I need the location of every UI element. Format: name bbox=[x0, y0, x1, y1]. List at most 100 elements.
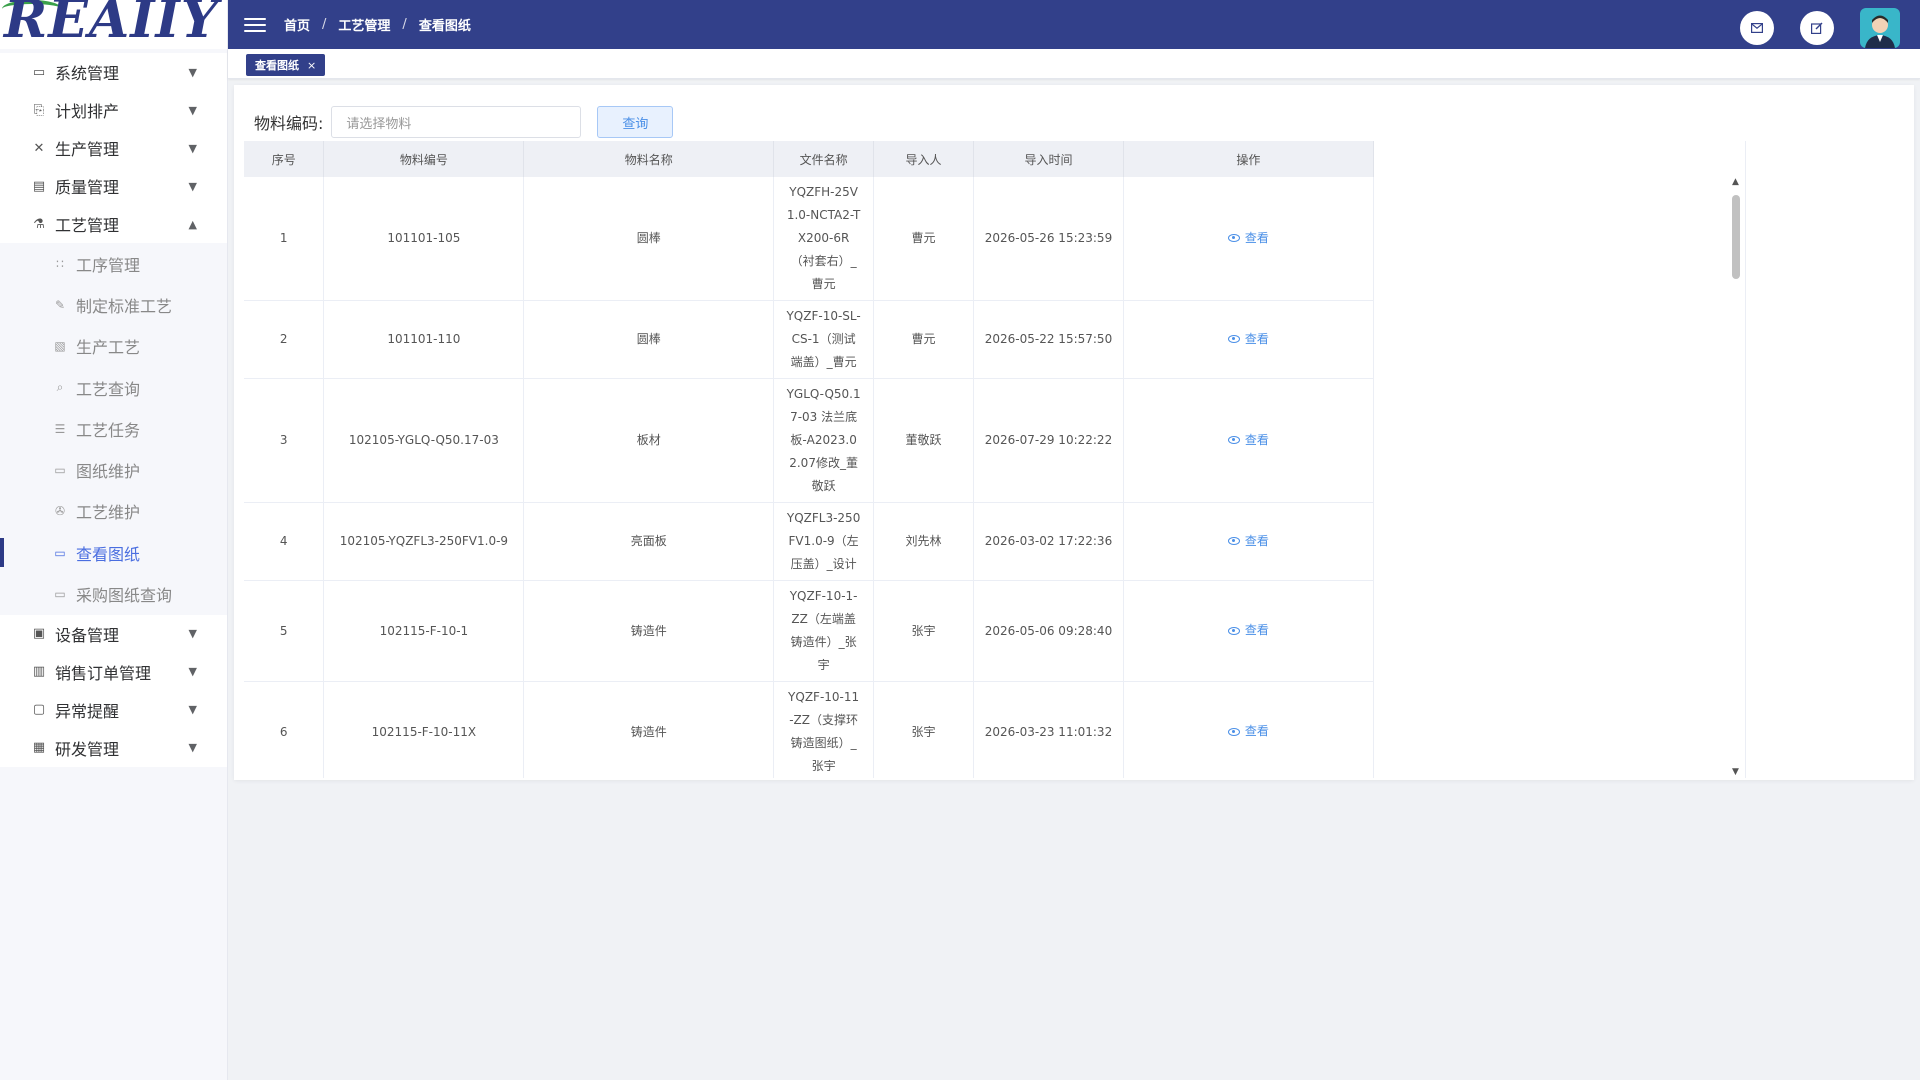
sidebar-item-label: 异常提醒 bbox=[55, 701, 120, 721]
view-link[interactable]: 查看 bbox=[1227, 429, 1269, 452]
chevron-down-icon: ▼ bbox=[188, 65, 197, 79]
cell-importer: 张宇 bbox=[873, 681, 975, 778]
user-avatar[interactable] bbox=[1860, 8, 1900, 48]
table-scrollbar[interactable]: ▲ ▼ bbox=[1724, 177, 1746, 777]
table-header-filler bbox=[1373, 141, 1745, 177]
view-link[interactable]: 查看 bbox=[1227, 720, 1269, 743]
monitor-icon: ▭ bbox=[32, 64, 46, 80]
sidebar-item[interactable]: ▭ 系统管理 ▼ bbox=[0, 53, 227, 91]
edit-icon[interactable] bbox=[1800, 11, 1834, 45]
sidebar-subitem-label: 图纸维护 bbox=[76, 462, 141, 482]
sidebar-subitem[interactable]: ✇ 工艺维护 bbox=[0, 491, 227, 532]
cell-action: 查看 bbox=[1123, 300, 1374, 379]
chevron-down-icon: ▼ bbox=[188, 703, 197, 717]
chevron-down-icon: ▼ bbox=[188, 665, 197, 679]
breadcrumb: 首页 / 工艺管理 / 查看图纸 bbox=[284, 15, 471, 34]
view-link[interactable]: 查看 bbox=[1227, 227, 1269, 250]
close-icon[interactable]: × bbox=[307, 59, 316, 72]
cell-no: 3 bbox=[244, 378, 325, 503]
mail-icon[interactable] bbox=[1740, 11, 1774, 45]
sidebar-item[interactable]: ▤ 质量管理 ▼ bbox=[0, 167, 227, 205]
cell-action: 查看 bbox=[1123, 177, 1374, 301]
breadcrumb-separator: / bbox=[322, 17, 327, 32]
tab-view-drawings[interactable]: 查看图纸 × bbox=[246, 54, 326, 76]
scroll-thumb[interactable] bbox=[1732, 195, 1740, 279]
tags-bar: 查看图纸 × bbox=[228, 49, 1920, 79]
sidebar-subitem[interactable]: ∷ 工序管理 bbox=[0, 243, 227, 284]
hamburger-icon[interactable] bbox=[244, 14, 266, 36]
rd-icon: ▦ bbox=[32, 740, 46, 756]
table-row: 1 101101-105 圆棒 YQZFH-25V1.0-NCTA2-TX200-6R… bbox=[244, 177, 1745, 301]
sidebar-item-label: 计划排产 bbox=[55, 102, 120, 121]
cell-time: 2026-07-29 10:22:22 bbox=[973, 378, 1124, 503]
sidebar-subitem[interactable]: ▭ 查看图纸 bbox=[0, 532, 227, 573]
sidebar-subitem[interactable]: ⌕ 工艺查询 bbox=[0, 367, 227, 408]
sidebar-item[interactable]: ▥ 销售订单管理 ▼ bbox=[0, 653, 227, 691]
view-link[interactable]: 查看 bbox=[1227, 328, 1269, 351]
cell-code: 102115-F-10-1 bbox=[323, 580, 525, 682]
col-header-action: 操作 bbox=[1123, 141, 1374, 177]
view-label: 查看 bbox=[1244, 533, 1269, 548]
sidebar-item-label: 生产管理 bbox=[55, 140, 120, 159]
cell-name: 圆棒 bbox=[523, 177, 775, 301]
sidebar-item-label: 销售订单管理 bbox=[55, 663, 152, 683]
sidebar-subitem[interactable]: ☰ 工艺任务 bbox=[0, 408, 227, 449]
cell-filler bbox=[1373, 503, 1745, 581]
scroll-up-icon[interactable]: ▲ bbox=[1732, 177, 1739, 187]
sidebar-item-label: 系统管理 bbox=[55, 64, 120, 83]
table-row: 5 102115-F-10-1 铸造件 YQZF-10-1-ZZ（左端盖铸造件）_张宇… bbox=[244, 580, 1745, 682]
drawings-table: 序号 物料编号 物料名称 文件名称 导入人 导入时间 操作 1 101101-10… bbox=[244, 141, 1745, 778]
query-button[interactable]: 查询 bbox=[597, 106, 674, 138]
sidebar-subitem[interactable]: ✎ 制定标准工艺 bbox=[0, 284, 227, 325]
cell-importer: 曹元 bbox=[873, 300, 975, 379]
sidebar-item[interactable]: ▣ 设备管理 ▼ bbox=[0, 615, 227, 653]
sidebar-item[interactable]: ⚗ 工艺管理 ▲ bbox=[0, 205, 227, 243]
breadcrumb-home[interactable]: 首页 bbox=[284, 15, 310, 34]
breadcrumb-current: 查看图纸 bbox=[418, 19, 471, 34]
cell-action: 查看 bbox=[1123, 378, 1374, 503]
sidebar-item[interactable]: ⎘ 计划排产 ▼ bbox=[0, 91, 227, 129]
craft-icon: ⚗ bbox=[33, 216, 45, 232]
cell-importer: 曹元 bbox=[873, 177, 975, 301]
drawings-table-wrap[interactable]: 序号 物料编号 物料名称 文件名称 导入人 导入时间 操作 1 101101-10… bbox=[244, 141, 1746, 778]
sidebar-subitem[interactable]: ▭ 图纸维护 bbox=[0, 449, 227, 490]
breadcrumb-section[interactable]: 工艺管理 bbox=[338, 15, 390, 34]
cell-name: 铸造件 bbox=[523, 681, 775, 778]
file-icon: ▧ bbox=[54, 339, 66, 354]
eye-icon bbox=[1227, 335, 1240, 344]
sidebar-item-label: 质量管理 bbox=[55, 178, 120, 197]
cell-importer: 刘先林 bbox=[873, 502, 975, 581]
view-link[interactable]: 查看 bbox=[1227, 619, 1269, 642]
side-menu: ▭ 系统管理 ▼ ⎘ 计划排产 ▼ ✕ 生产管理 ▼ ▤ 质量管理 ▼ ⚗ 工艺管理 ▲ ∷ 工序管理 ✎ 制定标准… bbox=[0, 49, 227, 767]
plan-icon: ⎘ bbox=[33, 102, 45, 118]
sidebar-item[interactable]: ▢ 异常提醒 ▼ bbox=[0, 691, 227, 729]
cell-importer: 张宇 bbox=[873, 580, 975, 682]
sidebar-item[interactable]: ✕ 生产管理 ▼ bbox=[0, 129, 227, 167]
sidebar-item-label: 工艺管理 bbox=[55, 216, 120, 235]
wrench-icon: ✇ bbox=[54, 504, 66, 519]
screen-icon: ▭ bbox=[54, 587, 66, 602]
top-actions bbox=[1714, 8, 1900, 48]
cell-code: 102105-YQZFL3-250FV1.0-9 bbox=[323, 502, 525, 581]
cell-code: 101101-110 bbox=[323, 300, 525, 379]
sidebar-group: ⚗ 工艺管理 ▲ ∷ 工序管理 ✎ 制定标准工艺 ▧ 生产工艺 ⌕ 工艺查询 ☰ 工艺任务 ▭ 图纸维护 ✇ 工… bbox=[0, 205, 227, 615]
scroll-down-icon[interactable]: ▼ bbox=[1732, 767, 1739, 777]
cell-no: 4 bbox=[244, 502, 325, 581]
eye-icon bbox=[1227, 626, 1240, 635]
material-code-input[interactable]: 请选择物料 bbox=[331, 106, 582, 138]
view-link[interactable]: 查看 bbox=[1227, 530, 1269, 553]
sidebar-subitem-label: 制定标准工艺 bbox=[76, 296, 173, 316]
chevron-down-icon: ▼ bbox=[188, 179, 197, 193]
sidebar-subitem-label: 工艺查询 bbox=[76, 379, 141, 399]
chevron-down-icon: ▼ bbox=[188, 141, 197, 155]
search-doc-icon: ⌕ bbox=[56, 380, 64, 395]
alert-icon: ▢ bbox=[32, 702, 46, 718]
sidebar-group: ▤ 质量管理 ▼ bbox=[0, 167, 227, 205]
sidebar-item[interactable]: ▦ 研发管理 ▼ bbox=[0, 729, 227, 767]
edit-icon: ✎ bbox=[54, 297, 66, 312]
logo-text: REAIIY bbox=[4, 0, 219, 49]
cell-name: 板材 bbox=[523, 378, 775, 503]
sidebar-subitem[interactable]: ▭ 采购图纸查询 bbox=[0, 573, 227, 614]
table-body: 1 101101-105 圆棒 YQZFH-25V1.0-NCTA2-TX200-6R… bbox=[244, 177, 1745, 778]
sidebar-subitem[interactable]: ▧ 生产工艺 bbox=[0, 326, 227, 367]
